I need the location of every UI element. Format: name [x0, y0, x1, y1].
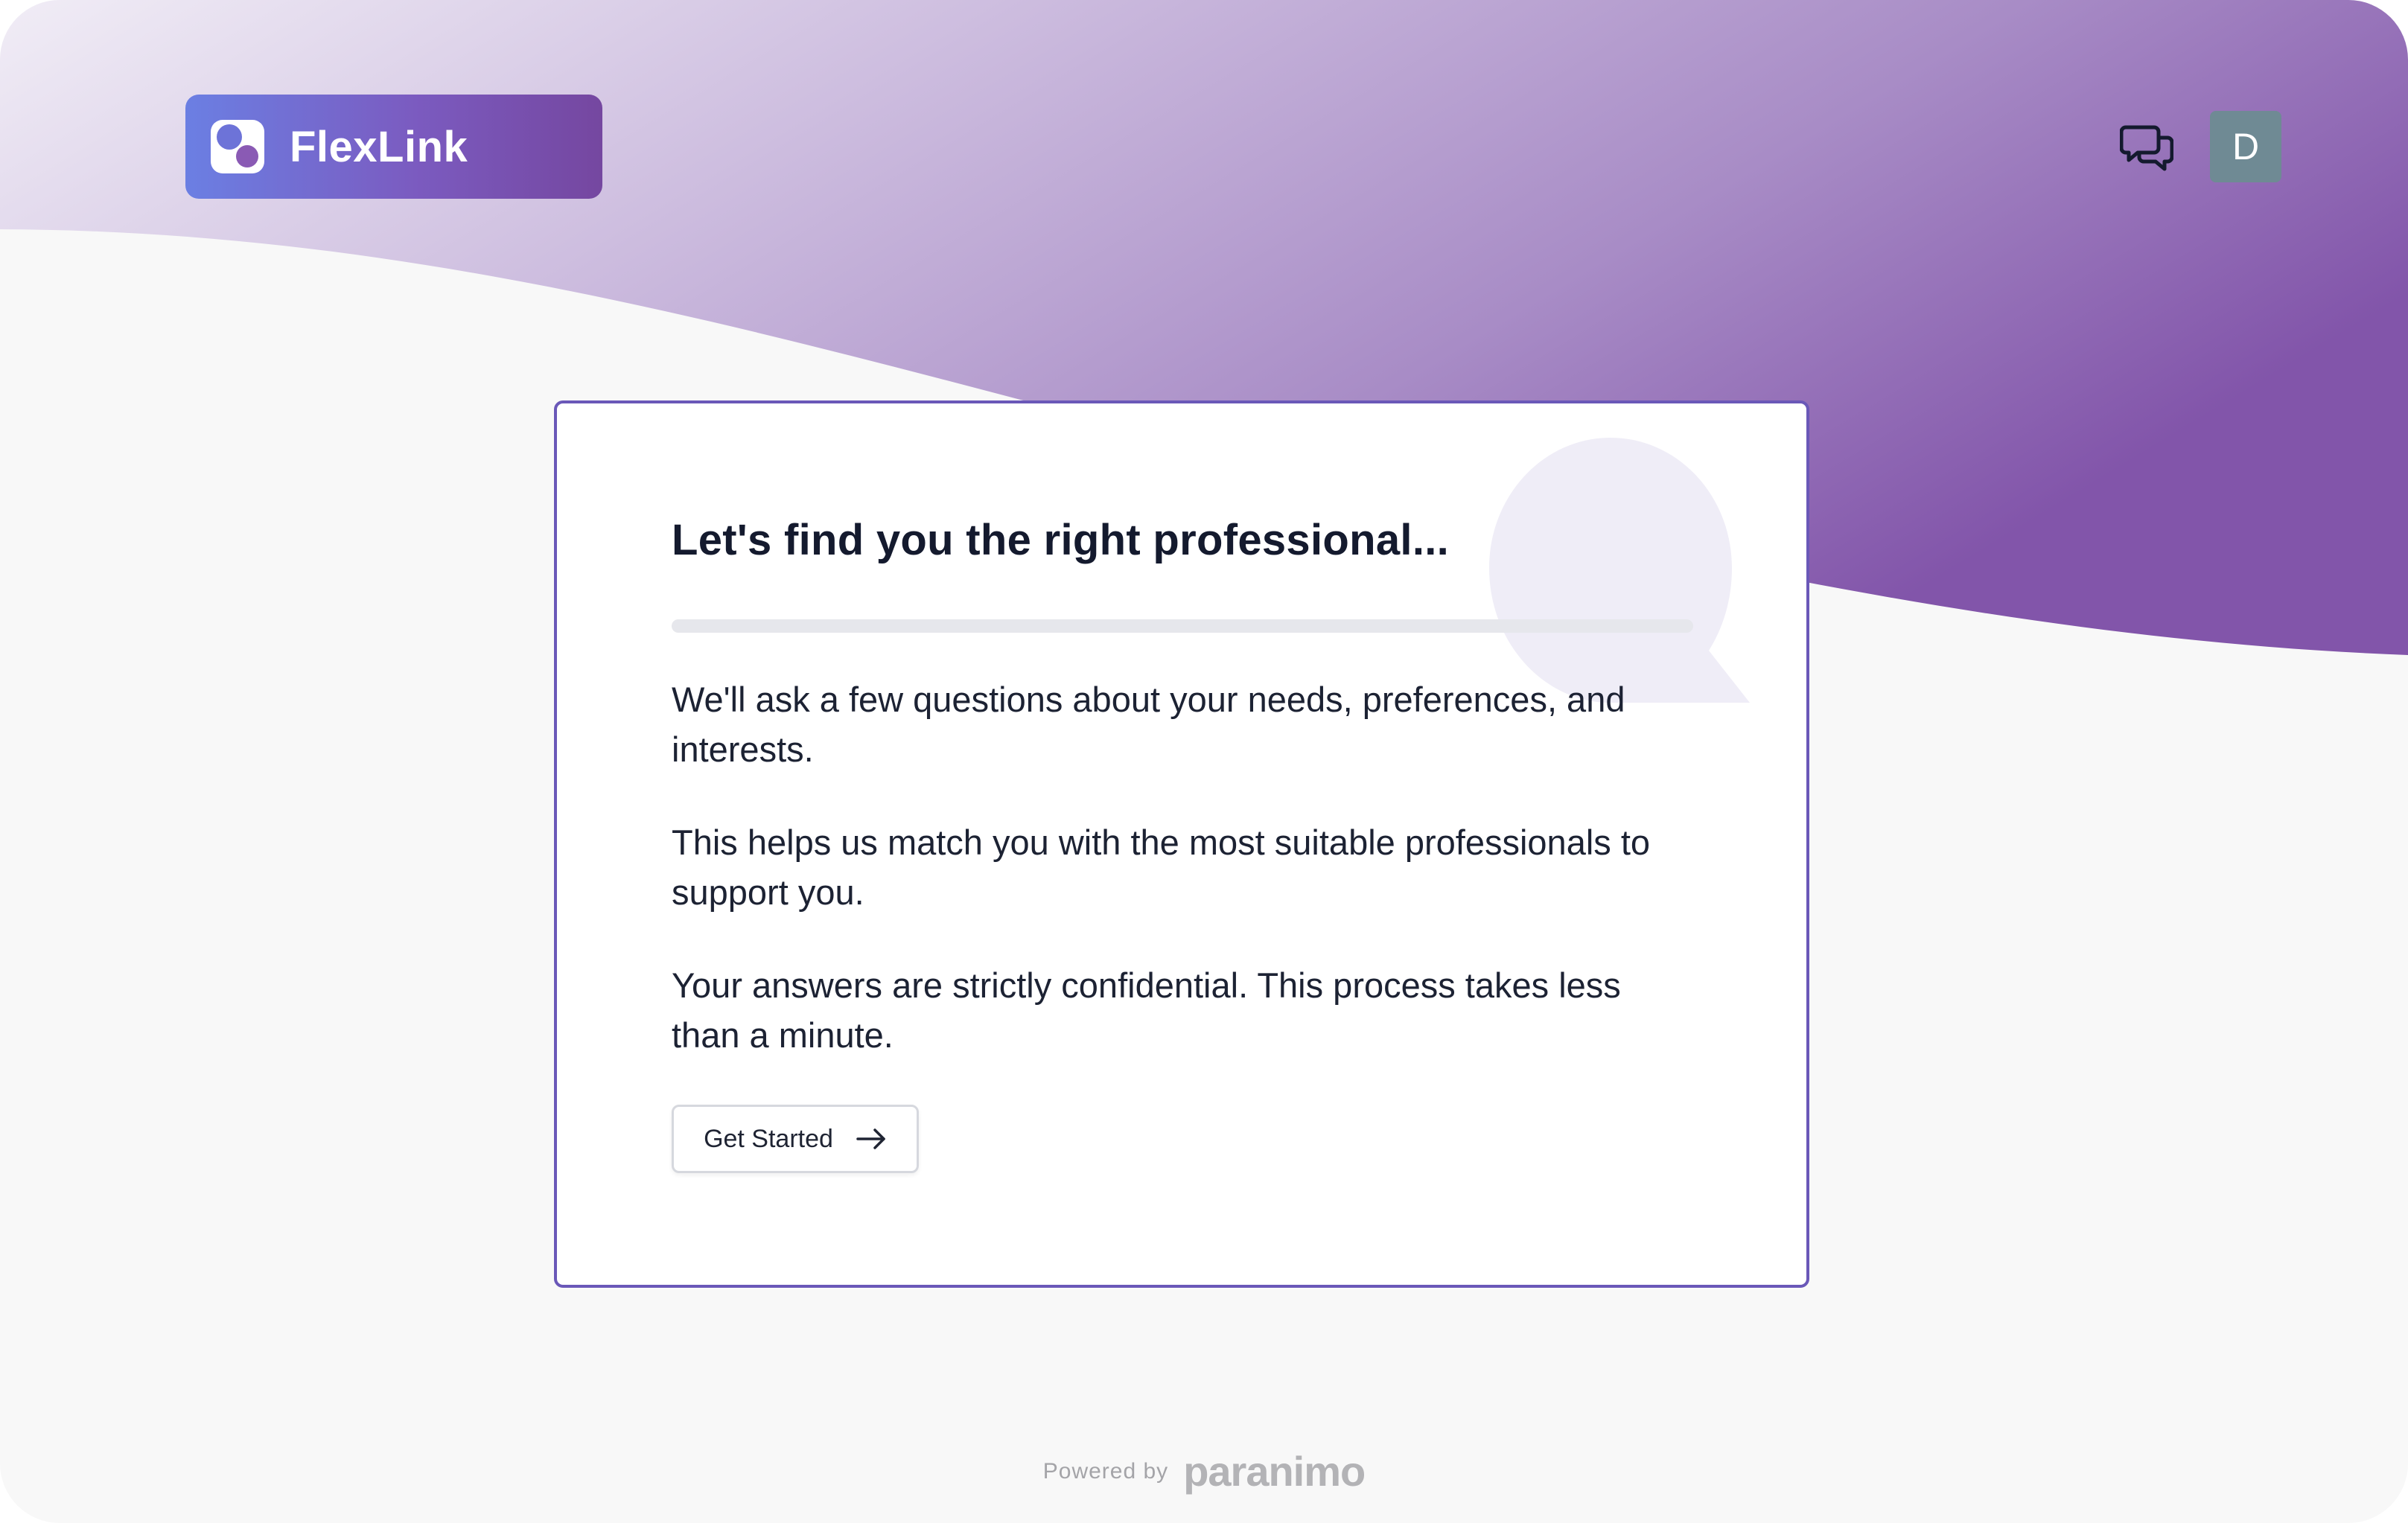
get-started-label: Get Started	[704, 1124, 833, 1153]
logo-text: FlexLink	[290, 122, 468, 171]
progress-bar	[672, 619, 1693, 633]
paranimo-brand[interactable]: paranimo	[1183, 1447, 1366, 1495]
speech-bubble-icon	[1489, 438, 1750, 703]
intro-card: Let's find you the right professional...…	[554, 400, 1809, 1288]
card-title: Let's find you the right professional...	[672, 516, 1450, 564]
intro-paragraph-1: We'll ask a few questions about your nee…	[672, 680, 1625, 769]
intro-paragraph-2: This helps us match you with the most su…	[672, 823, 1651, 912]
footer: Powered by paranimo	[0, 1447, 2408, 1495]
powered-by-text: Powered by	[1042, 1458, 1169, 1484]
arrow-right-icon	[856, 1128, 885, 1149]
flexlink-logo[interactable]: FlexLink	[185, 95, 602, 199]
chat-bubbles-icon[interactable]	[2118, 119, 2175, 176]
page: FlexLink D Let's find you the right prof…	[0, 0, 2408, 1523]
flexlink-logo-icon	[211, 120, 264, 173]
intro-paragraph-3: Your answers are strictly confidential. …	[672, 965, 1621, 1055]
avatar[interactable]: D	[2210, 111, 2281, 182]
get-started-button[interactable]: Get Started	[672, 1105, 919, 1173]
